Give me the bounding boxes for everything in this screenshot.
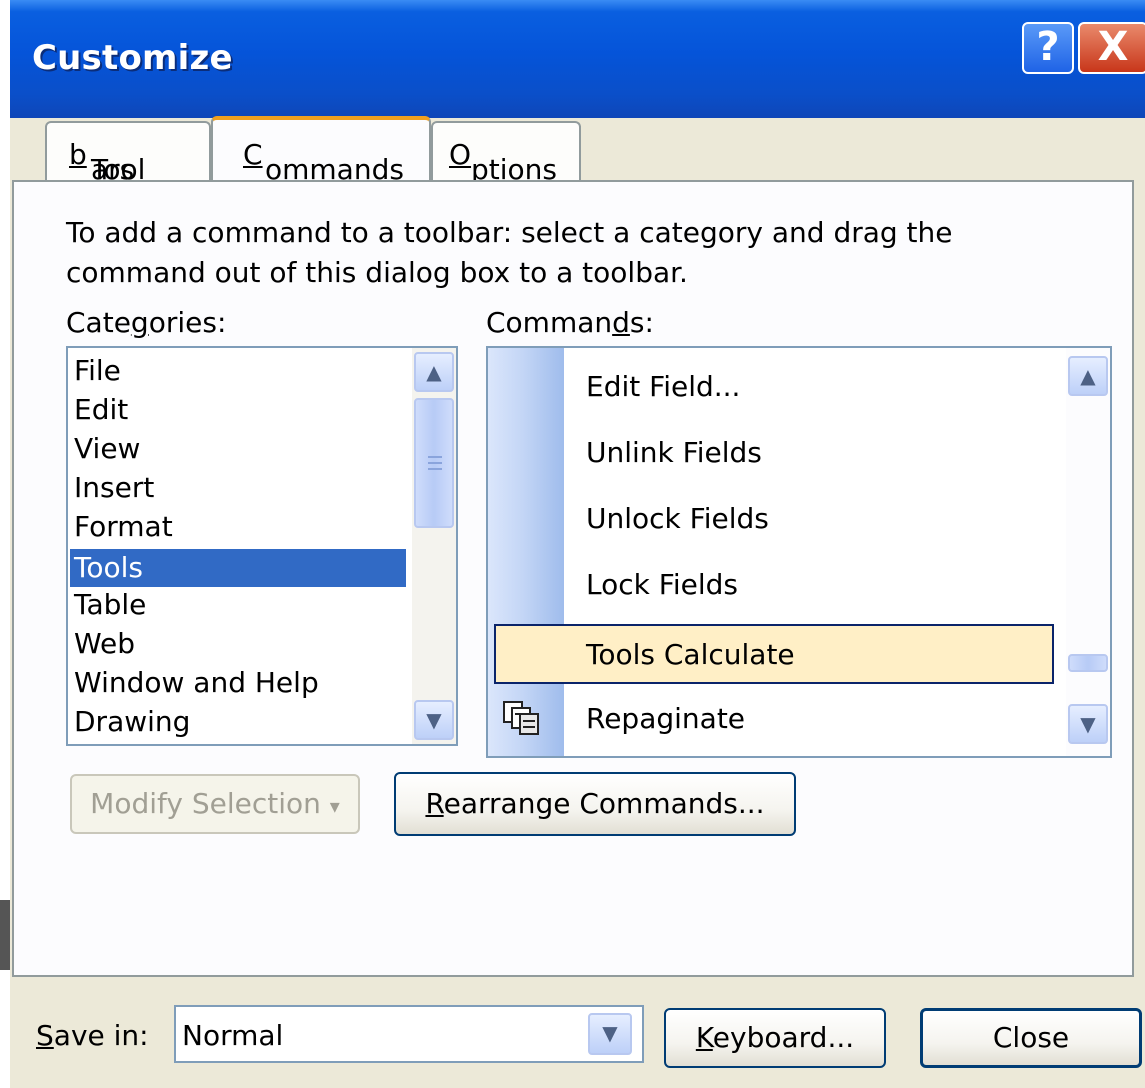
rearrange-commands-label: Rearrange Commands...	[425, 787, 765, 820]
close-icon: X	[1097, 24, 1129, 70]
keyboard-label: Keyboard...	[695, 1021, 855, 1054]
category-item[interactable]: File	[74, 354, 121, 387]
save-in-value: Normal	[182, 1019, 284, 1052]
up-arrow-icon[interactable]: ▲	[414, 352, 454, 392]
command-item[interactable]: Unlock Fields	[586, 502, 769, 535]
down-arrow-icon[interactable]: ▼	[414, 700, 454, 740]
command-item-label: Tools Calculate	[586, 638, 795, 671]
instructions-line-2: command out of this dialog box to a tool…	[66, 256, 688, 289]
category-item[interactable]: Insert	[74, 471, 154, 504]
tab-toolbars[interactable]: Tool b ars	[45, 121, 211, 186]
background-edge	[0, 900, 10, 970]
tab-toolbars-label: Tool b ars	[69, 138, 146, 186]
category-item[interactable]: Table	[74, 588, 146, 621]
window-title: Customize	[32, 38, 233, 78]
category-item-selected[interactable]: Tools	[70, 549, 406, 587]
chevron-down-icon: ▾	[329, 794, 340, 818]
category-item[interactable]: Window and Help	[74, 666, 319, 699]
command-icon-strip	[488, 348, 564, 756]
scroll-thumb[interactable]	[1068, 654, 1108, 672]
category-item[interactable]: Edit	[74, 393, 128, 426]
tab-commands-label: Commands	[243, 138, 404, 186]
command-item[interactable]: Lock Fields	[586, 568, 738, 601]
commands-label: Commands:	[486, 306, 654, 339]
repaginate-icon	[502, 700, 542, 736]
save-in-combo[interactable]: Normal ▼	[174, 1005, 644, 1063]
down-arrow-icon[interactable]: ▼	[1068, 704, 1108, 744]
modify-selection-label: Modify Selection	[90, 787, 321, 820]
close-window-button[interactable]: X	[1078, 22, 1145, 74]
categories-scrollbar[interactable]: ▲ ▼	[412, 348, 456, 744]
category-item[interactable]: View	[74, 432, 140, 465]
commands-listbox[interactable]: Edit Field... Unlink Fields Unlock Field…	[486, 346, 1112, 758]
command-item[interactable]: Edit Field...	[586, 370, 740, 403]
instructions-line-1: To add a command to a toolbar: select a …	[66, 216, 953, 249]
chevron-down-icon[interactable]: ▼	[588, 1013, 632, 1055]
category-item[interactable]: Format	[74, 510, 173, 543]
help-icon: ?	[1036, 24, 1060, 70]
keyboard-button[interactable]: Keyboard...	[664, 1008, 886, 1068]
help-button[interactable]: ?	[1022, 22, 1074, 74]
category-item[interactable]: Drawing	[74, 705, 190, 738]
tab-commands[interactable]: Commands	[211, 116, 431, 186]
category-item[interactable]: Web	[74, 627, 135, 660]
tab-options[interactable]: Options	[431, 121, 581, 186]
tab-options-label: Options	[449, 138, 557, 186]
close-button[interactable]: Close	[920, 1008, 1142, 1068]
title-bar: Customize ? X	[10, 0, 1145, 118]
modify-selection-button[interactable]: Modify Selection ▾	[70, 774, 360, 834]
command-item[interactable]: Repaginate	[586, 702, 745, 735]
categories-listbox[interactable]: File Edit View Insert Format Tools Table…	[66, 346, 458, 746]
commands-scrollbar[interactable]: ▲ ▼	[1066, 348, 1110, 756]
commands-tab-panel: To add a command to a toolbar: select a …	[12, 180, 1134, 977]
command-item-highlighted[interactable]: Tools Calculate	[494, 624, 1054, 684]
categories-label: Categories:	[66, 306, 227, 339]
rearrange-commands-button[interactable]: Rearrange Commands...	[394, 772, 796, 836]
scroll-thumb[interactable]	[414, 398, 454, 528]
save-in-label: Save in:	[36, 1019, 149, 1052]
up-arrow-icon[interactable]: ▲	[1068, 356, 1108, 396]
command-item[interactable]: Unlink Fields	[586, 436, 762, 469]
customize-dialog: Customize ? X Tool b ars Commands Options …	[10, 0, 1145, 1088]
